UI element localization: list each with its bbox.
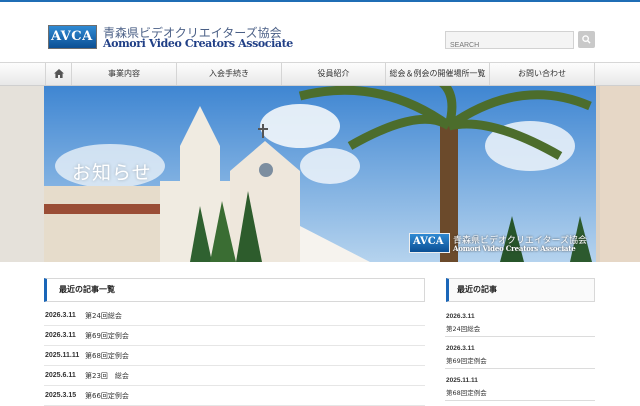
recent-posts-list: 2026.3.11 第24回総会 2026.3.11 第69回定例会 2025.…	[44, 306, 425, 406]
nav-item-officers[interactable]: 役員紹介	[282, 63, 386, 85]
hero-logo-mark: AVCA	[409, 233, 450, 253]
post-date: 2026.3.11	[45, 332, 76, 339]
search-button[interactable]	[578, 31, 595, 48]
hero-logo-english: Aomori Video Creators Associate	[453, 244, 576, 253]
sidebar-post-item[interactable]: 2025.11.11 第68回定例会	[445, 373, 595, 401]
post-date: 2026.3.11	[45, 312, 76, 319]
post-title-link[interactable]: 第69回定例会	[85, 331, 129, 341]
recent-posts-heading: 最近の記事一覧	[44, 278, 425, 302]
logo-mark-text: AVCA	[51, 29, 93, 44]
sidebar-post-item[interactable]: 2026.3.11 第69回定例会	[445, 341, 595, 369]
nav-home[interactable]	[45, 63, 72, 85]
sidebar-recent-list: 2026.3.11 第24回総会 2026.3.11 第69回定例会 2025.…	[445, 309, 595, 405]
nav-item-contact[interactable]: お問い合わせ	[490, 63, 595, 85]
sidebar-post-date: 2026.3.11	[446, 345, 475, 352]
global-nav: 事業内容 入会手続き 役員紹介 総会＆例会の開催場所一覧 お問い合わせ	[0, 62, 640, 86]
sidebar-post-title[interactable]: 第68回定例会	[446, 387, 487, 397]
sidebar-post-date: 2026.3.11	[446, 313, 475, 320]
post-title-link[interactable]: 第24回総会	[85, 311, 122, 321]
hero-banner: お知らせ AVCA 青森県ビデオクリエイターズ協会 Aomori Video C…	[0, 86, 640, 262]
nav-item-membership[interactable]: 入会手続き	[177, 63, 282, 85]
post-row[interactable]: 2025.6.11 第23回 総会	[44, 366, 425, 386]
nav-item-venues[interactable]: 総会＆例会の開催場所一覧	[386, 63, 490, 85]
search-input[interactable]	[446, 37, 573, 54]
search-icon	[582, 35, 591, 44]
post-row[interactable]: 2025.3.15 第66回定例会	[44, 386, 425, 406]
sidebar-post-date: 2025.11.11	[446, 377, 478, 384]
post-date: 2025.3.15	[45, 392, 77, 399]
hero-logo-mark-text: AVCA	[413, 236, 444, 247]
post-title-link[interactable]: 第68回定例会	[85, 351, 129, 361]
post-row[interactable]: 2026.3.11 第24回総会	[44, 306, 425, 326]
hero-title: お知らせ	[72, 162, 152, 184]
avca-logo-mark[interactable]: AVCA	[48, 25, 97, 49]
home-icon	[54, 69, 64, 78]
sidebar-recent-heading: 最近の記事	[446, 278, 595, 302]
sidebar-post-item[interactable]: 2026.3.11 第24回総会	[445, 309, 595, 337]
post-row[interactable]: 2025.11.11 第68回定例会	[44, 346, 425, 366]
post-date: 2025.6.11	[45, 372, 76, 379]
post-date: 2025.11.11	[45, 352, 80, 359]
nav-item-business[interactable]: 事業内容	[72, 63, 177, 85]
site-title-english[interactable]: Aomori Video Creators Associate	[103, 37, 293, 50]
post-row[interactable]: 2026.3.11 第69回定例会	[44, 326, 425, 346]
site-header: AVCA 青森県ビデオクリエイターズ協会 Aomori Video Creato…	[0, 2, 640, 62]
post-title-link[interactable]: 第23回 総会	[85, 371, 129, 381]
search-box	[445, 31, 574, 54]
sidebar-post-title[interactable]: 第69回定例会	[446, 355, 487, 365]
sidebar-post-title[interactable]: 第24回総会	[446, 323, 480, 333]
